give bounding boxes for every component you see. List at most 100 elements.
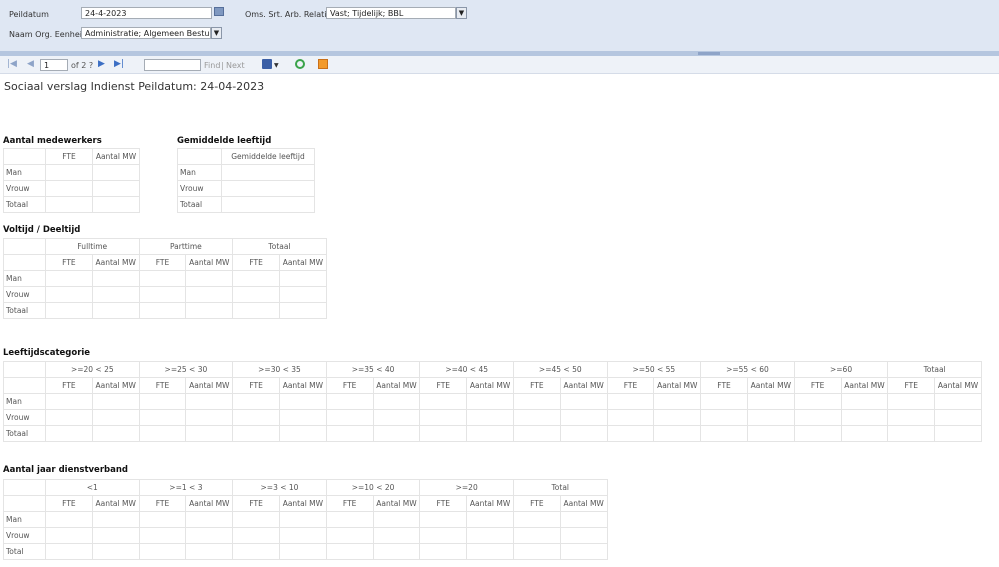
column-header: FTE (232, 495, 280, 512)
value-cell (466, 409, 514, 426)
value-cell (185, 527, 234, 544)
row-label: Vrouw (3, 527, 46, 544)
value-cell (91, 286, 140, 303)
value-cell (45, 543, 93, 560)
group-header: >=20 < 25 (45, 361, 140, 378)
peildatum-input[interactable]: 24-4-2023 (81, 7, 212, 19)
categorie-table: >=20 < 25 >=25 < 30 >=30 < 35 >=35 < 40 >=40… (3, 361, 982, 442)
corner-cell (177, 148, 222, 165)
value-cell (91, 409, 140, 426)
value-cell (138, 527, 187, 544)
export-dropdown-icon[interactable]: ▼ (274, 62, 279, 69)
column-header: FTE (793, 377, 842, 394)
value-cell (45, 270, 93, 287)
corner-cell (3, 479, 46, 496)
corner-cell (3, 361, 46, 378)
value-cell (138, 425, 187, 442)
value-cell (278, 270, 327, 287)
value-cell (185, 302, 234, 319)
voltijd-table: Fulltime Parttime Totaal FTE Aantal MW FTE Aan… (3, 238, 327, 319)
find-input[interactable] (144, 59, 201, 71)
chevron-down-icon[interactable]: ▼ (211, 27, 222, 39)
corner-cell (3, 495, 46, 512)
value-cell (232, 393, 280, 410)
value-cell (466, 425, 514, 442)
sub-header-row: FTE Aantal MW FTE Aantal MW FTE Aantal MW FTE A… (3, 377, 982, 394)
value-cell (278, 409, 327, 426)
value-cell (185, 511, 234, 528)
value-cell (45, 409, 93, 426)
prev-page-icon[interactable]: ◀ (27, 59, 34, 69)
value-cell (512, 543, 561, 560)
chevron-down-icon[interactable]: ▼ (456, 7, 467, 19)
splitter-grip[interactable] (698, 52, 720, 55)
row-label: Totaal (177, 196, 222, 213)
value-cell (793, 409, 842, 426)
sub-header-row: FTE Aantal MW FTE Aantal MW FTE Aantal MW FTE A… (3, 495, 608, 512)
calendar-icon[interactable] (214, 7, 224, 16)
table-row: Vrouw (3, 409, 982, 426)
group-header: >=1 < 3 (138, 479, 234, 496)
value-cell (372, 527, 421, 544)
value-cell (793, 425, 842, 442)
find-separator: | (221, 61, 224, 70)
value-cell (221, 164, 315, 181)
aantal-title: Aantal medewerkers (3, 136, 102, 146)
column-header: FTE (512, 377, 561, 394)
aantal-table: FTE Aantal MW Man Vrouw Totaal (3, 148, 140, 213)
value-cell (91, 302, 140, 319)
categorie-title: Leeftijdscategorie (3, 348, 91, 358)
table-row: Vrouw (3, 527, 608, 544)
export-icon[interactable] (262, 59, 272, 69)
group-header-row: Fulltime Parttime Totaal (3, 238, 327, 255)
column-header: FTE (887, 377, 936, 394)
column-header: Aantal MW (466, 495, 514, 512)
first-page-icon[interactable]: |◀ (7, 59, 17, 69)
next-link[interactable]: Next (226, 61, 245, 70)
column-header: Aantal MW (653, 377, 702, 394)
value-cell (221, 180, 315, 197)
table-row: Totaal (3, 302, 327, 319)
corner-cell (3, 377, 46, 394)
value-cell (185, 286, 234, 303)
relatie-select[interactable]: Vast; Tijdelijk; BBL (326, 7, 456, 19)
table-row: Totaal (177, 196, 315, 213)
group-header: >=60 (793, 361, 889, 378)
value-cell (45, 302, 93, 319)
value-cell (91, 527, 140, 544)
last-page-icon[interactable]: ▶| (114, 59, 124, 69)
value-cell (325, 527, 374, 544)
value-cell (653, 425, 702, 442)
column-header: Aantal MW (559, 495, 608, 512)
parameter-panel: Peildatum 24-4-2023 Oms. Srt. Arb. Relat… (0, 0, 999, 51)
print-icon[interactable] (318, 59, 328, 69)
org-select[interactable]: Administratie; Algemeen Bestuur; A (81, 27, 211, 39)
value-cell (700, 425, 748, 442)
value-cell (419, 425, 468, 442)
value-cell (887, 425, 936, 442)
corner-cell (3, 238, 46, 255)
sub-header-row: FTE Aantal MW FTE Aantal MW FTE Aantal MW (3, 254, 327, 271)
row-label: Vrouw (3, 409, 46, 426)
corner-cell (3, 254, 46, 271)
refresh-icon[interactable] (295, 59, 305, 69)
page-input[interactable]: 1 (40, 59, 68, 71)
group-header: >=20 (419, 479, 514, 496)
row-label: Totaal (3, 425, 46, 442)
value-cell (372, 543, 421, 560)
value-cell (138, 286, 187, 303)
value-cell (419, 393, 468, 410)
relatie-label: Oms. Srt. Arb. Relatie (245, 10, 332, 19)
column-header: FTE (700, 377, 748, 394)
value-cell (92, 180, 140, 197)
value-cell (325, 393, 374, 410)
column-header: FTE (45, 148, 93, 165)
row-label: Man (3, 511, 46, 528)
column-header: FTE (606, 377, 655, 394)
next-page-icon[interactable]: ▶ (98, 59, 105, 69)
value-cell (232, 425, 280, 442)
value-cell (221, 196, 315, 213)
value-cell (232, 409, 280, 426)
leeftijd-table: Gemiddelde leeftijd Man Vrouw Totaal (177, 148, 315, 213)
find-link[interactable]: Find (204, 61, 220, 70)
